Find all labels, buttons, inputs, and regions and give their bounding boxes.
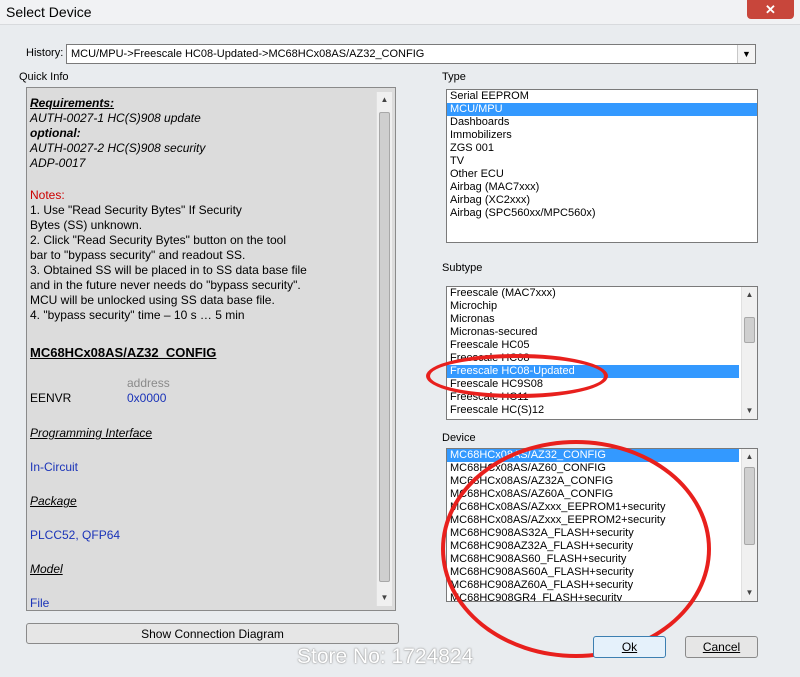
device-item[interactable]: MC68HCx08AS/AZ32A_CONFIG: [447, 475, 757, 488]
device-label: Device: [442, 432, 476, 444]
scroll-up-icon[interactable]: ▲: [742, 449, 757, 465]
device-item[interactable]: MC68HCx08AS/AZ60_CONFIG: [447, 462, 757, 475]
subtype-item-selected[interactable]: Freescale HC08-Updated: [447, 365, 739, 378]
device-item[interactable]: MC68HCx08AS/AZxxx_EEPROM1+security: [447, 501, 757, 514]
subtype-list[interactable]: Freescale (MAC7xxx) Microchip Micronas M…: [446, 286, 758, 420]
close-icon: ✕: [765, 2, 776, 17]
history-dropdown[interactable]: MCU/MPU->Freescale HC08-Updated->MC68HCx…: [66, 44, 756, 64]
note-line: bar to "bypass security" and readout SS.: [30, 248, 246, 262]
package-label: Package: [30, 494, 77, 508]
type-item[interactable]: ZGS 001: [447, 142, 757, 155]
note-line: 2. Click "Read Security Bytes" button on…: [30, 233, 286, 247]
type-list[interactable]: Serial EEPROM MCU/MPU Dashboards Immobil…: [446, 89, 758, 243]
history-value: MCU/MPU->Freescale HC08-Updated->MC68HCx…: [71, 48, 425, 60]
optional-line: ADP-0017: [30, 156, 86, 170]
store-watermark: Store No: 1724824: [297, 645, 474, 668]
window-title: Select Device: [6, 4, 92, 20]
device-item[interactable]: MC68HC908AZ60A_FLASH+security: [447, 579, 757, 592]
scroll-down-icon[interactable]: ▼: [377, 590, 392, 606]
device-list[interactable]: MC68HCx08AS/AZ32_CONFIG MC68HCx08AS/AZ60…: [446, 448, 758, 602]
scroll-thumb[interactable]: [379, 112, 390, 582]
notes-title: Notes:: [30, 188, 65, 202]
model-label: Model: [30, 562, 63, 576]
type-label: Type: [442, 71, 466, 83]
note-line: MCU will be unlocked using SS data base …: [30, 293, 275, 307]
subtype-item[interactable]: Micronas-secured: [447, 326, 757, 339]
note-line: 4. "bypass security" time – 10 s … 5 min: [30, 308, 245, 322]
device-scrollbar[interactable]: ▲ ▼: [741, 449, 757, 601]
quick-info-label: Quick Info: [19, 71, 69, 83]
close-button[interactable]: ✕: [747, 0, 794, 19]
device-item[interactable]: MC68HCx08AS/AZ60A_CONFIG: [447, 488, 757, 501]
subtype-item[interactable]: Micronas: [447, 313, 757, 326]
note-line: Bytes (SS) unknown.: [30, 218, 143, 232]
register-name: EENVR: [30, 391, 72, 405]
type-item[interactable]: TV: [447, 155, 757, 168]
type-item[interactable]: Dashboards: [447, 116, 757, 129]
show-connection-diagram-button[interactable]: Show Connection Diagram: [26, 623, 399, 644]
type-item[interactable]: Other ECU: [447, 168, 757, 181]
scroll-up-icon[interactable]: ▲: [742, 287, 757, 303]
subtype-item[interactable]: Freescale HC(S)12: [447, 404, 757, 417]
subtype-label: Subtype: [442, 262, 483, 274]
device-item[interactable]: MC68HC908AS60_FLASH+security: [447, 553, 757, 566]
subtype-item[interactable]: Freescale (MAC7xxx): [447, 287, 757, 300]
title-bar: Select Device ✕: [0, 0, 800, 25]
ok-button[interactable]: Ok: [593, 636, 666, 658]
prog-interface-value: In-Circuit: [30, 460, 79, 474]
history-label: History:: [26, 47, 64, 59]
subtype-item[interactable]: Freescale HC11: [447, 391, 757, 404]
device-item[interactable]: MC68HC908AS32A_FLASH+security: [447, 527, 757, 540]
subtype-item[interactable]: Freescale HC9S08: [447, 378, 757, 391]
scroll-thumb[interactable]: [744, 317, 755, 343]
scroll-down-icon[interactable]: ▼: [742, 403, 757, 419]
quick-info-panel: Requirements: AUTH-0027-1 HC(S)908 updat…: [26, 87, 396, 611]
model-value: File: [30, 596, 50, 610]
quick-info-scrollbar[interactable]: ▲ ▼: [376, 92, 392, 606]
device-item[interactable]: MC68HC908GR4_FLASH+security: [447, 592, 757, 601]
subtype-item[interactable]: Microchip: [447, 300, 757, 313]
subtype-item[interactable]: Freescale HC05: [447, 339, 757, 352]
note-line: and in the future never needs do "bypass…: [30, 278, 301, 292]
device-item[interactable]: MC68HCx08AS/AZxxx_EEPROM2+security: [447, 514, 757, 527]
device-item-selected[interactable]: MC68HCx08AS/AZ32_CONFIG: [447, 449, 739, 462]
type-item[interactable]: Immobilizers: [447, 129, 757, 142]
requirement-line: AUTH-0027-1 HC(S)908 update: [30, 111, 201, 125]
scroll-down-icon[interactable]: ▼: [742, 585, 757, 601]
type-item-selected[interactable]: MCU/MPU: [447, 103, 757, 116]
type-item[interactable]: Airbag (MAC7xxx): [447, 181, 757, 194]
ok-label: Ok: [621, 640, 638, 654]
register-value: 0x0000: [127, 391, 167, 405]
note-line: 3. Obtained SS will be placed in to SS d…: [30, 263, 307, 277]
requirements-title: Requirements:: [30, 96, 115, 110]
chevron-down-icon[interactable]: ▼: [737, 45, 755, 63]
optional-line: AUTH-0027-2 HC(S)908 security: [30, 141, 206, 155]
device-item[interactable]: MC68HC908AS60A_FLASH+security: [447, 566, 757, 579]
subtype-item[interactable]: Freescale HC08: [447, 352, 757, 365]
device-item[interactable]: MC68HC908AZ32A_FLASH+security: [447, 540, 757, 553]
optional-title: optional:: [30, 126, 81, 140]
cancel-label: Cancel: [702, 640, 741, 654]
scroll-thumb[interactable]: [744, 467, 755, 545]
address-label: address: [127, 376, 170, 390]
type-item[interactable]: Airbag (XC2xxx): [447, 194, 757, 207]
package-value: PLCC52, QFP64: [30, 528, 121, 542]
subtype-scrollbar[interactable]: ▲ ▼: [741, 287, 757, 419]
type-item[interactable]: Airbag (SPC560xx/MPC560x): [447, 207, 757, 220]
device-heading: MC68HCx08AS/AZ32_CONFIG: [30, 345, 217, 360]
cancel-button[interactable]: Cancel: [685, 636, 758, 658]
prog-interface-label: Programming Interface: [30, 426, 153, 440]
scroll-up-icon[interactable]: ▲: [377, 92, 392, 108]
type-item[interactable]: Serial EEPROM: [447, 90, 757, 103]
note-line: 1. Use "Read Security Bytes" If Security: [30, 203, 242, 217]
